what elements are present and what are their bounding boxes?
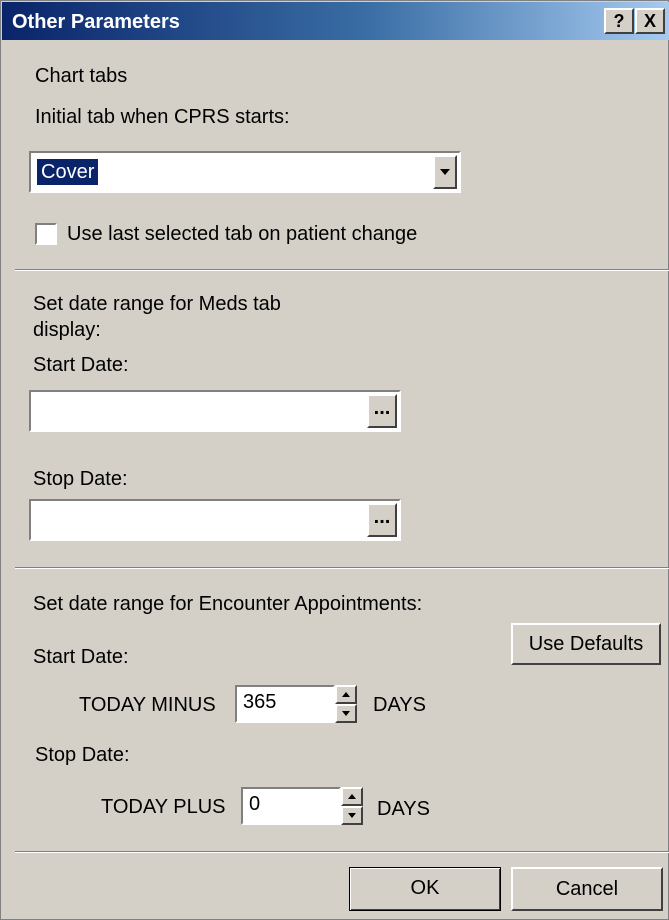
meds-stop-date-browse-button[interactable]: ... (367, 503, 397, 537)
ok-label: OK (410, 877, 440, 899)
meds-heading-line1: Set date range for Meds tab (33, 293, 281, 315)
spin-up-button[interactable] (335, 685, 357, 704)
use-last-tab-checkbox[interactable] (35, 223, 57, 245)
meds-start-date-field[interactable]: ... (29, 390, 401, 432)
divider (15, 567, 669, 569)
initial-tab-dropdown-button[interactable] (433, 155, 457, 189)
ok-button[interactable]: OK (349, 867, 501, 911)
arrow-down-icon (348, 813, 356, 818)
meds-stop-date-label: Stop Date: (33, 468, 128, 490)
initial-tab-select[interactable]: Cover (29, 151, 461, 193)
spin-down-button[interactable] (335, 704, 357, 723)
ellipsis-icon: ... (373, 397, 391, 419)
today-plus-label: TODAY PLUS (101, 796, 226, 818)
chevron-down-icon (440, 169, 450, 175)
meds-stop-date-field[interactable]: ... (29, 499, 401, 541)
initial-tab-selected-value: Cover (37, 159, 99, 185)
close-icon: X (643, 11, 656, 31)
help-icon: ? (613, 11, 625, 31)
today-plus-days-label: DAYS (377, 798, 430, 820)
use-last-tab-label[interactable]: Use last selected tab on patient change (67, 222, 417, 246)
use-defaults-label: Use Defaults (528, 633, 644, 655)
spin-up-button[interactable] (341, 787, 363, 806)
meds-heading-line2: display: (33, 319, 101, 341)
initial-tab-label: Initial tab when CPRS starts: (35, 106, 290, 128)
arrow-up-icon (348, 794, 356, 799)
encounter-start-date-label: Start Date: (33, 646, 129, 668)
encounter-heading: Set date range for Encounter Appointment… (33, 593, 423, 615)
chart-tabs-heading: Chart tabs (35, 65, 128, 87)
other-parameters-dialog: Other Parameters ? X Chart tabs Initial … (0, 0, 669, 920)
arrow-down-icon (342, 711, 350, 716)
cancel-button[interactable]: Cancel (511, 867, 663, 911)
arrow-up-icon (342, 692, 350, 697)
cancel-label: Cancel (555, 878, 619, 900)
today-minus-input[interactable]: 365 (235, 685, 335, 723)
use-defaults-button[interactable]: Use Defaults (511, 623, 661, 665)
divider (15, 851, 669, 853)
today-plus-input[interactable]: 0 (241, 787, 341, 825)
spin-down-button[interactable] (341, 806, 363, 825)
meds-start-date-browse-button[interactable]: ... (367, 394, 397, 428)
dialog-title: Other Parameters (12, 11, 180, 33)
title-bar[interactable]: Other Parameters ? X (2, 2, 669, 40)
meds-start-date-label: Start Date: (33, 354, 129, 376)
encounter-stop-date-label: Stop Date: (35, 744, 130, 766)
close-button[interactable]: X (635, 8, 665, 34)
today-minus-label: TODAY MINUS (79, 694, 216, 716)
divider (15, 269, 669, 271)
today-minus-days-label: DAYS (373, 694, 426, 716)
ellipsis-icon: ... (373, 506, 391, 528)
help-button[interactable]: ? (604, 8, 634, 34)
